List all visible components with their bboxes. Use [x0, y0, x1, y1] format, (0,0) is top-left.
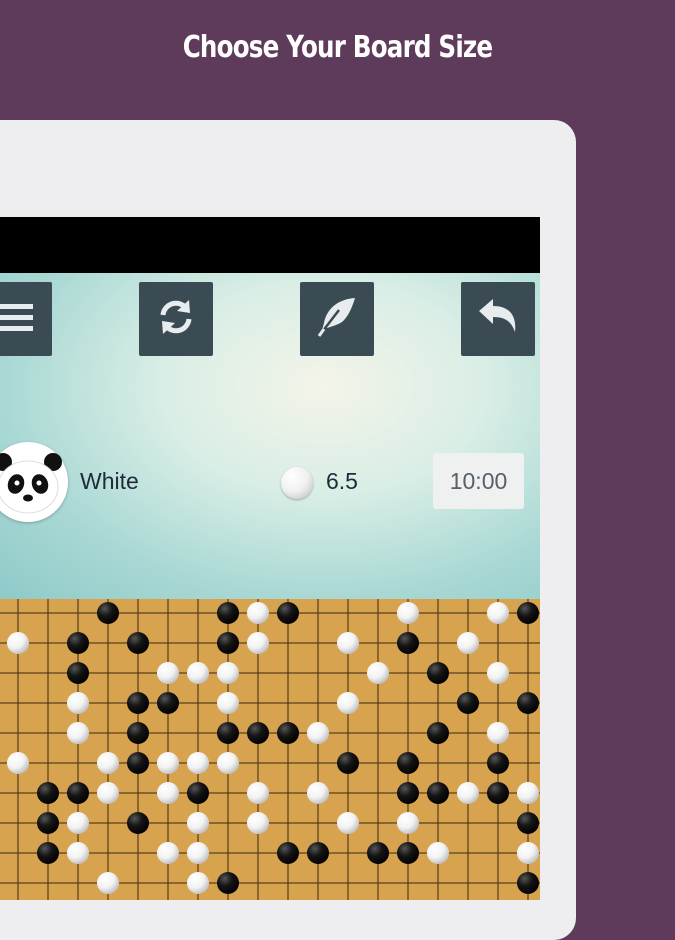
white-stone — [187, 662, 209, 684]
white-stone — [397, 602, 419, 624]
white-stone — [97, 782, 119, 804]
white-stone — [337, 812, 359, 834]
panda-icon — [0, 453, 62, 514]
white-stone — [187, 812, 209, 834]
black-stone — [487, 752, 509, 774]
black-stone — [517, 602, 539, 624]
white-stone — [157, 662, 179, 684]
white-stone — [487, 722, 509, 744]
white-stone — [67, 722, 89, 744]
refresh-icon — [154, 295, 198, 343]
black-stone — [337, 752, 359, 774]
black-stone — [187, 782, 209, 804]
white-stone — [247, 632, 269, 654]
black-stone — [67, 662, 89, 684]
white-stone-icon — [281, 467, 313, 499]
white-stone — [157, 752, 179, 774]
feather-button[interactable] — [300, 282, 374, 356]
white-stone — [157, 842, 179, 864]
black-stone — [367, 842, 389, 864]
white-stone — [247, 602, 269, 624]
black-stone — [307, 842, 329, 864]
white-stone — [457, 782, 479, 804]
black-stone — [277, 602, 299, 624]
undo-button[interactable] — [461, 282, 535, 356]
black-stone — [157, 692, 179, 714]
black-stone — [127, 632, 149, 654]
go-board[interactable] — [0, 599, 540, 900]
white-stone — [247, 812, 269, 834]
menu-button[interactable] — [0, 282, 52, 356]
white-stone — [307, 722, 329, 744]
white-stone — [187, 752, 209, 774]
black-stone — [247, 722, 269, 744]
white-stone — [517, 842, 539, 864]
white-stone — [97, 752, 119, 774]
white-stone — [367, 662, 389, 684]
menu-icon — [0, 295, 37, 343]
white-stone — [67, 842, 89, 864]
headline: Choose Your Board Size — [182, 30, 493, 65]
white-stone — [67, 692, 89, 714]
black-stone — [127, 812, 149, 834]
black-stone — [127, 752, 149, 774]
black-stone — [397, 752, 419, 774]
feather-icon — [314, 294, 360, 344]
status-bar — [0, 217, 540, 273]
game-header-background — [0, 273, 540, 599]
white-stone — [397, 812, 419, 834]
black-stone — [127, 722, 149, 744]
black-stone — [97, 602, 119, 624]
black-stone — [487, 782, 509, 804]
white-stone — [337, 692, 359, 714]
white-stone — [487, 662, 509, 684]
black-stone — [217, 872, 239, 894]
white-stone — [217, 692, 239, 714]
white-stone — [67, 812, 89, 834]
black-stone — [397, 842, 419, 864]
black-stone — [217, 632, 239, 654]
white-stone — [7, 752, 29, 774]
black-stone — [427, 722, 449, 744]
black-stone — [397, 782, 419, 804]
black-stone — [217, 602, 239, 624]
white-stone — [187, 842, 209, 864]
white-stone — [487, 602, 509, 624]
game-timer: 10:00 — [433, 453, 524, 509]
white-stone — [217, 752, 239, 774]
avatar — [0, 442, 68, 522]
white-stone — [307, 782, 329, 804]
black-stone — [37, 812, 59, 834]
black-stone — [517, 812, 539, 834]
black-stone — [457, 692, 479, 714]
black-stone — [517, 692, 539, 714]
refresh-button[interactable] — [139, 282, 213, 356]
black-stone — [67, 632, 89, 654]
black-stone — [427, 782, 449, 804]
white-stone — [7, 632, 29, 654]
white-stone — [517, 782, 539, 804]
white-stone — [157, 782, 179, 804]
white-stone — [457, 632, 479, 654]
black-stone — [277, 722, 299, 744]
black-stone — [127, 692, 149, 714]
white-stone — [217, 662, 239, 684]
white-stone — [427, 842, 449, 864]
black-stone — [67, 782, 89, 804]
black-stone — [37, 782, 59, 804]
white-stone — [247, 782, 269, 804]
white-stone — [97, 872, 119, 894]
white-stone — [337, 632, 359, 654]
black-stone — [217, 722, 239, 744]
player-name: White — [80, 468, 139, 494]
black-stone — [427, 662, 449, 684]
komi-value: 6.5 — [326, 468, 358, 494]
black-stone — [517, 872, 539, 894]
black-stone — [277, 842, 299, 864]
white-stone — [187, 872, 209, 894]
black-stone — [37, 842, 59, 864]
app-screen: White 6.5 10:00 — [0, 217, 540, 900]
black-stone — [397, 632, 419, 654]
undo-icon — [475, 294, 521, 344]
